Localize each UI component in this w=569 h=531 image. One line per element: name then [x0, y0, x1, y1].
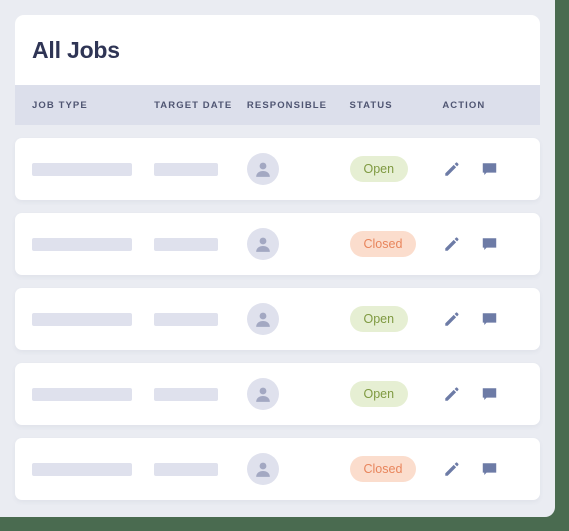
- panel-header: All Jobs: [15, 15, 540, 85]
- action-buttons: [442, 310, 498, 328]
- status-badge: Open: [349, 381, 409, 407]
- cell-action: [442, 385, 540, 403]
- target-date-placeholder-bar: [154, 162, 219, 176]
- cell-action: [442, 160, 540, 178]
- pencil-icon[interactable]: [442, 160, 460, 178]
- avatar: [246, 378, 279, 410]
- target-date-placeholder-bar: [154, 237, 219, 251]
- cell-target-date: [154, 312, 247, 326]
- cell-responsible: [246, 378, 350, 410]
- pencil-icon[interactable]: [442, 460, 460, 478]
- target-date-placeholder-bar: [154, 312, 219, 326]
- cell-responsible: [246, 153, 350, 185]
- pencil-icon[interactable]: [442, 310, 460, 328]
- pencil-icon[interactable]: [442, 235, 460, 253]
- job-type-placeholder-bar: [32, 387, 132, 401]
- cell-job-type: [32, 162, 154, 176]
- cell-job-type: [32, 237, 154, 251]
- person-icon: [253, 234, 273, 254]
- column-header-action: ACTION: [442, 99, 486, 111]
- table-row[interactable]: Open: [15, 138, 540, 200]
- person-icon: [253, 159, 273, 179]
- cell-responsible: [246, 228, 350, 260]
- table-header-row: JOB TYPE TARGET DATE RESPONSIBLE STATUS …: [15, 85, 540, 125]
- cell-status: Closed: [349, 231, 443, 257]
- avatar: [246, 153, 279, 185]
- comment-icon[interactable]: [480, 160, 498, 178]
- all-jobs-panel: All Jobs JOB TYPE TARGET DATE RESPONSIBL…: [15, 15, 540, 500]
- cell-responsible: [246, 453, 350, 485]
- cell-target-date: [154, 162, 247, 176]
- job-type-placeholder-bar: [32, 237, 132, 251]
- table-body: Open Closed Open Open Closed: [15, 125, 540, 500]
- cell-status: Open: [349, 156, 443, 182]
- cell-job-type: [32, 312, 154, 326]
- table-row[interactable]: Open: [15, 363, 540, 425]
- status-badge: Closed: [349, 231, 417, 257]
- column-header-status: STATUS: [349, 99, 393, 111]
- job-type-placeholder-bar: [32, 312, 132, 326]
- person-icon: [253, 309, 273, 329]
- person-icon: [253, 384, 273, 404]
- person-icon: [253, 459, 273, 479]
- job-type-placeholder-bar: [32, 462, 132, 476]
- column-header-responsible: RESPONSIBLE: [246, 99, 328, 111]
- avatar: [246, 453, 279, 485]
- avatar: [246, 228, 279, 260]
- target-date-placeholder-bar: [154, 462, 219, 476]
- cell-action: [442, 235, 540, 253]
- job-type-placeholder-bar: [32, 162, 132, 176]
- status-badge: Closed: [349, 456, 417, 482]
- cell-action: [442, 310, 540, 328]
- comment-icon[interactable]: [480, 235, 498, 253]
- action-buttons: [442, 460, 498, 478]
- table-row[interactable]: Closed: [15, 213, 540, 275]
- cell-job-type: [32, 462, 154, 476]
- table-row[interactable]: Closed: [15, 438, 540, 500]
- target-date-placeholder-bar: [154, 387, 219, 401]
- table-row[interactable]: Open: [15, 288, 540, 350]
- comment-icon[interactable]: [480, 310, 498, 328]
- action-buttons: [442, 385, 498, 403]
- status-badge: Open: [349, 306, 409, 332]
- column-header-job-type: JOB TYPE: [32, 99, 88, 111]
- action-buttons: [442, 160, 498, 178]
- cell-target-date: [154, 387, 247, 401]
- pencil-icon[interactable]: [442, 385, 460, 403]
- cell-status: Closed: [349, 456, 443, 482]
- cell-job-type: [32, 387, 154, 401]
- avatar: [246, 303, 279, 335]
- comment-icon[interactable]: [480, 460, 498, 478]
- cell-status: Open: [349, 306, 443, 332]
- column-header-target-date: TARGET DATE: [154, 99, 233, 111]
- comment-icon[interactable]: [480, 385, 498, 403]
- cell-responsible: [246, 303, 350, 335]
- cell-target-date: [154, 237, 247, 251]
- status-badge: Open: [349, 156, 409, 182]
- cell-status: Open: [349, 381, 443, 407]
- page-title: All Jobs: [32, 36, 120, 63]
- action-buttons: [442, 235, 498, 253]
- cell-target-date: [154, 462, 247, 476]
- cell-action: [442, 460, 540, 478]
